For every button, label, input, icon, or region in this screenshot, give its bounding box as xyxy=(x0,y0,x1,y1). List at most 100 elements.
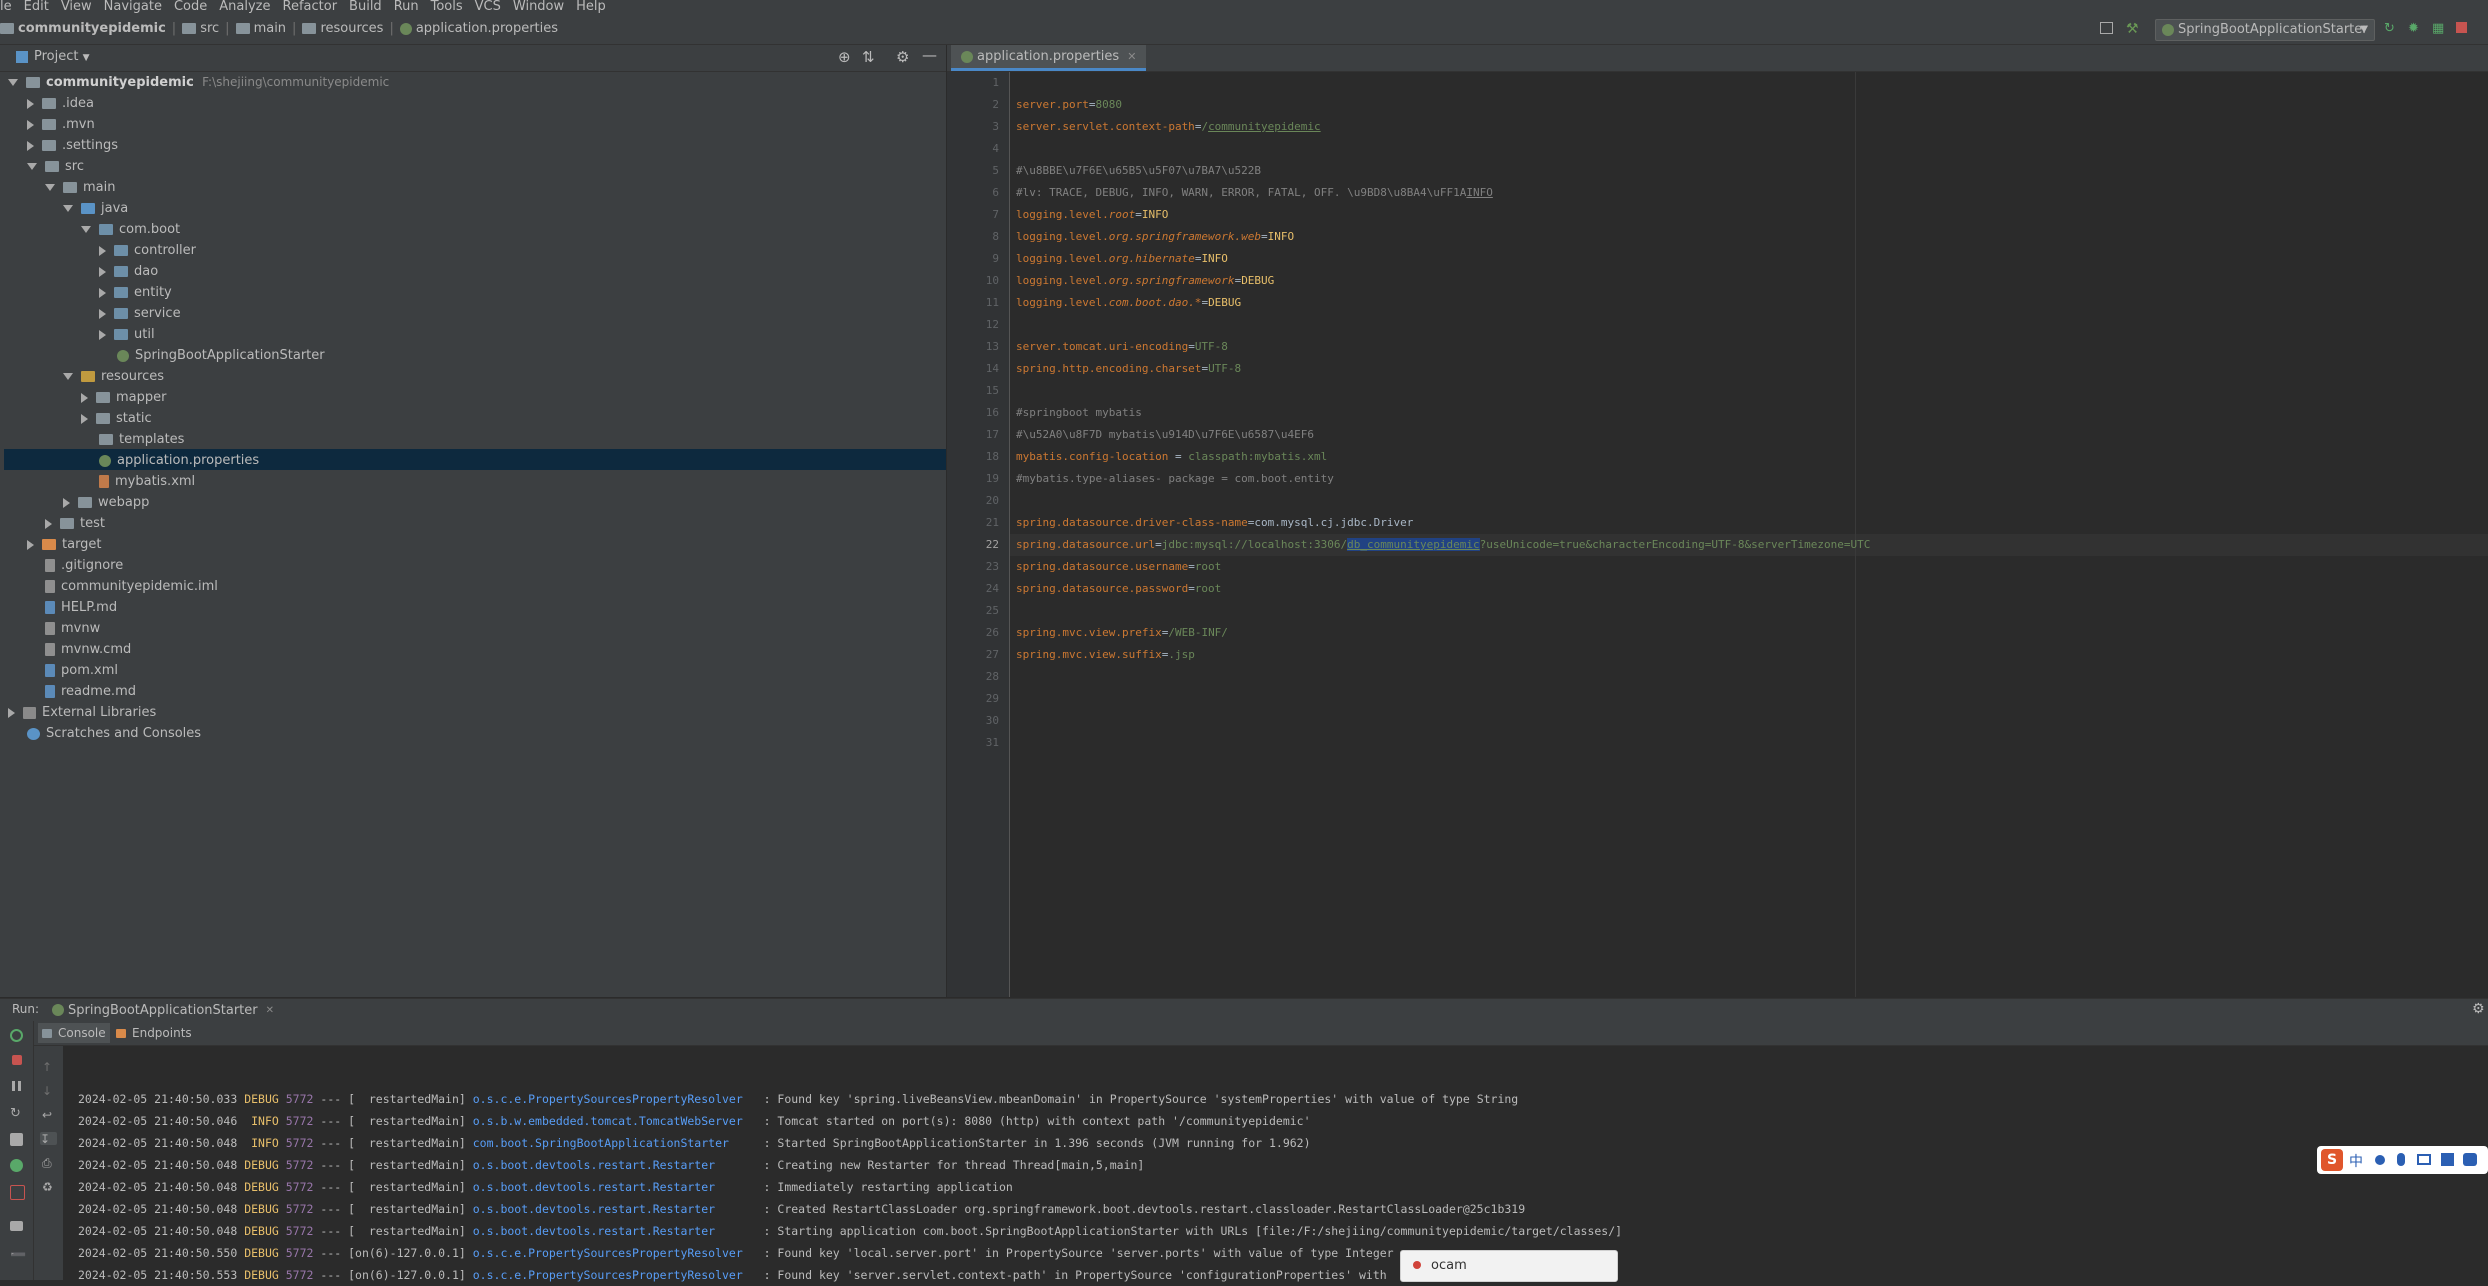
tree-item-service[interactable]: service xyxy=(99,303,181,324)
breadcrumb-file[interactable]: application.properties xyxy=(416,21,558,36)
restart-icon[interactable]: ↻ xyxy=(10,1107,23,1120)
tree-item-static[interactable]: static xyxy=(81,408,152,429)
tree-item-scratches[interactable]: Scratches and Consoles xyxy=(27,723,201,744)
notification-popup[interactable]: ocam xyxy=(1400,1250,1618,1282)
tab-console[interactable]: Console xyxy=(38,1023,110,1043)
code-editor[interactable]: server.port=8080 server.servlet.context-… xyxy=(1010,72,2488,997)
layout-icon[interactable] xyxy=(10,1221,23,1231)
menu-file[interactable]: le xyxy=(0,0,18,13)
ime-toolbar[interactable]: S 中 xyxy=(2317,1146,2488,1174)
tree-item-target[interactable]: target xyxy=(27,534,102,555)
tree-item-mvnw[interactable]: mvnw xyxy=(45,618,100,639)
tree-item-controller[interactable]: controller xyxy=(99,240,196,261)
tab-application-properties[interactable]: application.properties ✕ xyxy=(951,44,1147,71)
skin-icon[interactable] xyxy=(2441,1153,2454,1166)
hide-icon[interactable]: — xyxy=(922,46,937,64)
console-output[interactable]: 2024-02-05 21:40:50.033 DEBUG 5772 --- [… xyxy=(64,1046,2488,1282)
tree-item-help-md[interactable]: HELP.md xyxy=(45,597,117,618)
keyboard-icon[interactable] xyxy=(2417,1154,2431,1165)
scroll-to-end-icon[interactable]: ↧ xyxy=(40,1132,57,1146)
menu-vcs[interactable]: VCS xyxy=(469,0,507,13)
tree-item-mvn[interactable]: .mvn xyxy=(27,114,95,135)
line-number: 30 xyxy=(985,714,999,727)
tree-item-iml[interactable]: communityepidemic.iml xyxy=(45,576,218,597)
tree-item-mybatis-xml[interactable]: mybatis.xml xyxy=(99,471,195,492)
tree-item-resources[interactable]: resources xyxy=(63,366,164,387)
punctuation-icon[interactable] xyxy=(2375,1155,2385,1165)
tree-item-test[interactable]: test xyxy=(45,513,105,534)
menu-run[interactable]: Run xyxy=(388,0,425,13)
tree-item-pom-xml[interactable]: pom.xml xyxy=(45,660,118,681)
run-tab[interactable]: SpringBootApplicationStarter ✕ xyxy=(52,999,274,1021)
bug-icon[interactable] xyxy=(10,1159,23,1172)
locate-icon[interactable]: ⊕ xyxy=(838,48,851,66)
menu-refactor[interactable]: Refactor xyxy=(277,0,344,13)
ime-language[interactable]: 中 xyxy=(2349,1151,2363,1171)
line-number: 29 xyxy=(985,692,999,705)
tree-item-gitignore[interactable]: .gitignore xyxy=(45,555,123,576)
menu-build[interactable]: Build xyxy=(343,0,388,13)
stop-icon[interactable] xyxy=(2456,22,2467,33)
breadcrumb-main[interactable]: main xyxy=(254,21,286,36)
tree-item-readme-md[interactable]: readme.md xyxy=(45,681,136,702)
menu-edit[interactable]: Edit xyxy=(18,0,55,13)
log-line: 2024-02-05 21:40:50.048 DEBUG 5772 --- [… xyxy=(78,1224,1623,1238)
close-icon[interactable]: ✕ xyxy=(266,1005,274,1016)
close-icon[interactable]: ✕ xyxy=(1127,44,1136,70)
coverage-icon[interactable]: ▦ xyxy=(2432,22,2446,36)
run-configuration-select[interactable]: SpringBootApplicationStarter ▼ xyxy=(2155,19,2375,41)
soft-wrap-icon[interactable]: ↩ xyxy=(42,1108,55,1122)
toolbox-icon[interactable] xyxy=(2463,1153,2477,1166)
line-number: 3 xyxy=(992,120,999,133)
tree-item-external-libraries[interactable]: External Libraries xyxy=(8,702,156,723)
menu-window[interactable]: Window xyxy=(507,0,570,13)
arrow-up-icon[interactable]: ↑ xyxy=(42,1060,55,1074)
tree-item-idea[interactable]: .idea xyxy=(27,93,94,114)
menu-help[interactable]: Help xyxy=(570,0,612,13)
structure-icon[interactable] xyxy=(2100,22,2113,34)
pause-icon[interactable] xyxy=(12,1081,21,1091)
menu-tools[interactable]: Tools xyxy=(425,0,469,13)
menu-navigate[interactable]: Navigate xyxy=(98,0,168,13)
menu-analyze[interactable]: Analyze xyxy=(213,0,276,13)
tree-item-templates[interactable]: templates xyxy=(99,429,184,450)
tree-item-webapp[interactable]: webapp xyxy=(63,492,149,513)
tree-item-dao[interactable]: dao xyxy=(99,261,158,282)
camera-icon[interactable] xyxy=(10,1133,23,1146)
stop-icon[interactable] xyxy=(12,1055,22,1065)
line-number: 14 xyxy=(985,362,999,375)
tree-item-java[interactable]: java xyxy=(63,198,128,219)
menu-code[interactable]: Code xyxy=(168,0,213,13)
editor-tabs: application.properties ✕ xyxy=(947,45,2488,72)
tree-item-com-boot[interactable]: com.boot xyxy=(81,219,180,240)
rerun-icon[interactable] xyxy=(10,1029,23,1042)
print-icon[interactable]: ⎙ xyxy=(42,1156,55,1170)
microphone-icon[interactable] xyxy=(2397,1153,2405,1166)
tree-item-application-properties[interactable]: application.properties xyxy=(99,450,259,471)
tree-item-util[interactable]: util xyxy=(99,324,155,345)
tree-item-entity[interactable]: entity xyxy=(99,282,172,303)
gear-icon[interactable]: ⚙ xyxy=(2472,1001,2485,1017)
gear-icon[interactable]: ⚙ xyxy=(896,48,909,66)
menu-view[interactable]: View xyxy=(55,0,98,13)
exit-icon[interactable] xyxy=(10,1185,25,1200)
rerun-icon[interactable]: ↻ xyxy=(2384,22,2398,36)
pin-icon[interactable]: ➖ xyxy=(10,1249,26,1262)
project-view-select[interactable]: Project ▼ xyxy=(34,49,90,64)
tab-endpoints[interactable]: Endpoints xyxy=(112,1023,196,1043)
tree-item-src[interactable]: src xyxy=(27,156,84,177)
debug-icon[interactable]: ✹ xyxy=(2408,22,2422,36)
tree-item-settings[interactable]: .settings xyxy=(27,135,118,156)
tree-item-springbootapplicationstarter[interactable]: SpringBootApplicationStarter xyxy=(117,345,325,366)
breadcrumb-src[interactable]: src xyxy=(200,21,219,36)
tree-item-communityepidemic[interactable]: communityepidemic F:\shejiing\communitye… xyxy=(8,72,389,93)
build-hammer-icon[interactable]: ⚒ xyxy=(2126,22,2140,36)
collapse-all-icon[interactable]: ⇅ xyxy=(862,48,875,66)
tree-item-mapper[interactable]: mapper xyxy=(81,387,166,408)
breadcrumb-resources[interactable]: resources xyxy=(320,21,383,36)
tree-item-mvnw-cmd[interactable]: mvnw.cmd xyxy=(45,639,131,660)
trash-icon[interactable]: ♻ xyxy=(42,1180,55,1194)
arrow-down-icon[interactable]: ↓ xyxy=(42,1084,55,1098)
tree-item-main[interactable]: main xyxy=(45,177,115,198)
breadcrumb-project[interactable]: communityepidemic xyxy=(18,21,166,36)
